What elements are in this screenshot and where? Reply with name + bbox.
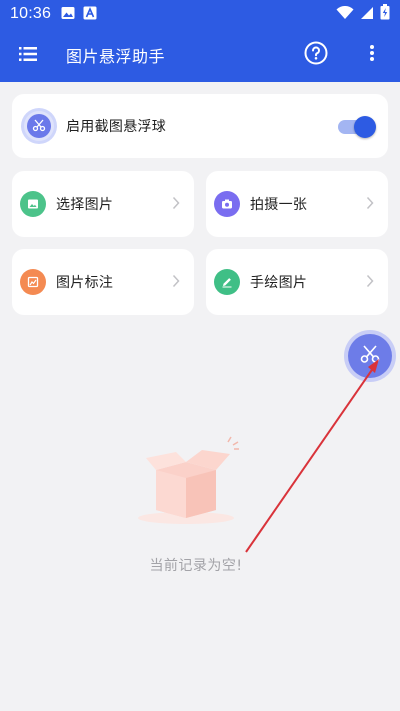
font-icon [83, 5, 97, 24]
image-icon [20, 191, 46, 217]
float-ball-toggle-card[interactable]: 启用截图悬浮球 [12, 94, 388, 158]
battery-charging-icon [380, 4, 390, 24]
help-button[interactable] [300, 39, 332, 71]
wifi-icon [336, 5, 354, 24]
image-icon [61, 5, 75, 24]
signal-icon [360, 5, 374, 24]
select-image-label: 选择图片 [56, 197, 114, 213]
pen-icon [214, 269, 240, 295]
draw-image-label: 手绘图片 [250, 275, 308, 291]
draw-image-tile[interactable]: 手绘图片 [206, 249, 388, 315]
page-title: 图片悬浮助手 [66, 47, 166, 66]
empty-state-text: 当前记录为空! [149, 558, 243, 574]
chevron-right-icon [366, 273, 374, 292]
app-bar: 图片悬浮助手 [0, 28, 400, 82]
annotate-image-label: 图片标注 [56, 275, 114, 291]
empty-box-icon [136, 436, 256, 526]
scissors-icon-badge [24, 111, 54, 141]
chevron-right-icon [172, 195, 180, 214]
help-circle-icon [304, 41, 328, 69]
chevron-right-icon [366, 195, 374, 214]
chevron-right-icon [172, 273, 180, 292]
scissors-icon [32, 117, 46, 136]
select-image-tile[interactable]: 选择图片 [12, 171, 194, 237]
menu-icon [19, 46, 37, 65]
annotate-icon [20, 269, 46, 295]
annotate-image-tile[interactable]: 图片标注 [12, 249, 194, 315]
switch-thumb [354, 116, 376, 138]
scissors-icon [359, 343, 381, 369]
floating-screenshot-ball[interactable] [344, 330, 396, 382]
more-vert-icon [369, 44, 375, 66]
camera-icon [214, 191, 240, 217]
status-bar: 10:36 [0, 0, 400, 28]
float-ball-switch[interactable] [338, 116, 376, 138]
take-photo-tile[interactable]: 拍摄一张 [206, 171, 388, 237]
status-time: 10:36 [10, 5, 52, 22]
menu-button[interactable] [0, 28, 56, 82]
more-options-button[interactable] [356, 39, 388, 71]
status-right-icons [336, 4, 390, 24]
take-photo-label: 拍摄一张 [250, 197, 308, 213]
float-ball-toggle-label: 启用截图悬浮球 [66, 119, 167, 135]
status-left-icons [61, 5, 97, 24]
